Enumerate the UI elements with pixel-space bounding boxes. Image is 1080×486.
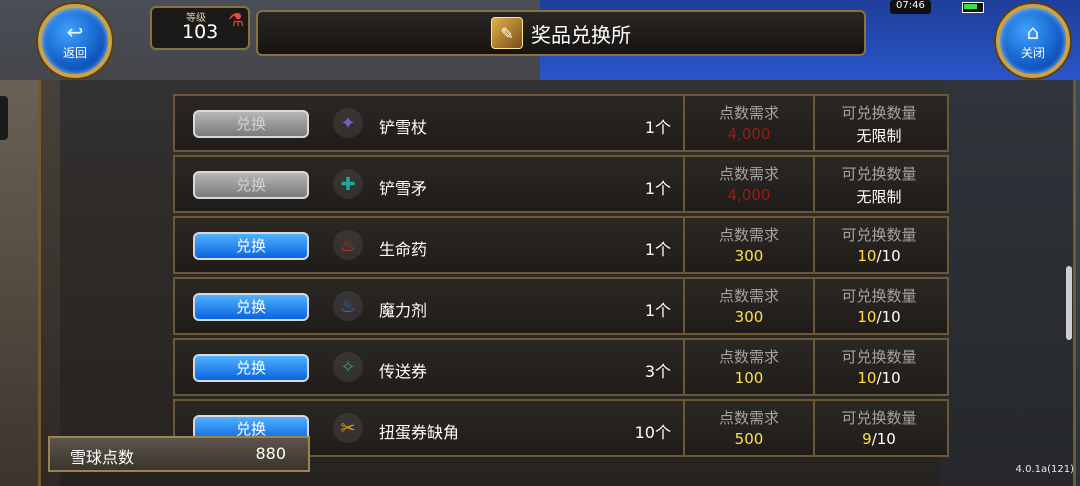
exchange-limit-value: 10/10 [815, 308, 943, 326]
points-required-cell: 点数需求 100 [683, 340, 813, 394]
exchange-limit-total: /10 [876, 247, 901, 265]
points-required-value: 300 [734, 308, 764, 326]
gacha-ticket-fragment-icon: ✂ [333, 413, 363, 443]
exchange-limit-value: 无限制 [856, 188, 902, 206]
exchange-limit-current: 10 [857, 247, 877, 265]
exchange-limit-cell: 可兑换数量 10/10 [813, 218, 943, 272]
exchange-limit-caption: 可兑换数量 [841, 226, 917, 244]
exchange-button[interactable]: 兑换 [193, 232, 309, 260]
exchange-limit-current: 9 [862, 430, 872, 448]
back-button-label: 返回 [62, 45, 87, 60]
title-bar: ✎ 奖品兑换所 [256, 10, 866, 56]
level-value: 103 [182, 21, 219, 43]
exchange-limit-caption: 可兑换数量 [841, 104, 917, 122]
close-button-label: 关闭 [1020, 45, 1045, 60]
exchange-limit-total: /10 [876, 308, 901, 326]
exchange-limit-caption: 可兑换数量 [841, 287, 917, 305]
mana-potion-icon: ♨ [333, 291, 363, 321]
exchange-button[interactable]: 兑换 [193, 293, 309, 321]
version-label: 4.0.1a(121) [1015, 464, 1074, 475]
exchange-limit-value: 无限制 [856, 127, 902, 145]
item-name: 铲雪杖 [379, 118, 428, 137]
top-bar: ↩ 返回 等级 103 ⚗ ✎ 奖品兑换所 07:46 ⌂ 关闭 [0, 0, 1080, 80]
exchange-limit-current: 10 [857, 308, 877, 326]
item-quantity: 1个 [644, 179, 671, 198]
prize-exchange-icon: ✎ [491, 17, 523, 49]
points-required-cell: 点数需求 4,000 [683, 157, 813, 211]
points-required-value: 4,000 [727, 186, 771, 204]
exchange-limit-cell: 可兑换数量 无限制 [813, 157, 943, 211]
health-potion-icon: ♨ [333, 230, 363, 260]
item-quantity: 1个 [644, 240, 671, 259]
points-required-value: 4,000 [727, 125, 771, 143]
back-button[interactable]: ↩ 返回 [38, 4, 112, 78]
exchange-button[interactable]: 兑换 [193, 354, 309, 382]
exchange-limit-caption: 可兑换数量 [841, 348, 917, 366]
points-required-cell: 点数需求 4,000 [683, 96, 813, 150]
teleport-scroll-icon: ✧ [333, 352, 363, 382]
exchange-limit-value: 10/10 [815, 247, 943, 265]
exchange-limit-cell: 可兑换数量 10/10 [813, 279, 943, 333]
points-required-caption: 点数需求 [718, 348, 779, 366]
exchange-limit-caption: 可兑换数量 [841, 165, 917, 183]
points-required-value: 300 [734, 247, 764, 265]
points-required-caption: 点数需求 [718, 104, 779, 122]
exchange-row: 兑换 ♨ 生命药 1个 点数需求 300 可兑换数量 10/10 [173, 216, 949, 274]
points-required-caption: 点数需求 [718, 165, 779, 183]
points-label: 雪球点数 [70, 448, 135, 467]
exchange-limit-cell: 可兑换数量 9/10 [813, 401, 943, 455]
exchange-limit-total: /10 [871, 430, 896, 448]
exchange-list-panel[interactable]: 兑换 ✦ 铲雪杖 1个 点数需求 4,000 可兑换数量 无限制 兑换 ✚ 铲雪矛 1个 点数需求 4,0… [38, 80, 1076, 486]
exchange-button[interactable]: 兑换 [193, 171, 309, 199]
exchange-limit-value: 10/10 [815, 369, 943, 387]
points-box: 雪球点数 880 [48, 436, 310, 472]
points-required-cell: 点数需求 300 [683, 218, 813, 272]
item-name: 传送券 [379, 362, 428, 381]
side-handle[interactable] [0, 96, 8, 140]
spear-icon: ✚ [333, 169, 363, 199]
item-name: 扭蛋券缺角 [379, 423, 460, 442]
item-quantity: 1个 [644, 118, 671, 137]
flask-icon[interactable]: ⚗ [228, 10, 244, 31]
points-value: 880 [255, 444, 286, 463]
points-required-value: 500 [734, 430, 764, 448]
exchange-row: 兑换 ✦ 铲雪杖 1个 点数需求 4,000 可兑换数量无限制 [173, 94, 949, 152]
points-required-cell: 点数需求 300 [683, 279, 813, 333]
points-required-caption: 点数需求 [718, 226, 779, 244]
exchange-limit-cell: 可兑换数量 无限制 [813, 96, 943, 150]
back-arrow-icon: ↩ [66, 19, 84, 44]
page-title: 奖品兑换所 [531, 22, 631, 47]
exchange-limit-cell: 可兑换数量 10/10 [813, 340, 943, 394]
close-button[interactable]: ⌂ 关闭 [996, 4, 1070, 78]
item-quantity: 10个 [634, 423, 671, 442]
battery-icon [962, 2, 984, 13]
scrollbar[interactable] [1066, 266, 1072, 340]
exchange-limit-caption: 可兑换数量 [841, 409, 917, 427]
points-required-caption: 点数需求 [718, 409, 779, 427]
exchange-button[interactable]: 兑换 [193, 110, 309, 138]
exchange-row: 兑换 ✚ 铲雪矛 1个 点数需求 4,000 可兑换数量无限制 [173, 155, 949, 213]
staff-icon: ✦ [333, 108, 363, 138]
home-icon: ⌂ [1026, 19, 1040, 44]
exchange-limit-total: /10 [876, 369, 901, 387]
clock: 07:46 [890, 0, 931, 14]
item-quantity: 3个 [644, 362, 671, 381]
item-name: 铲雪矛 [379, 179, 428, 198]
item-quantity: 1个 [644, 301, 671, 320]
exchange-row: 兑换 ♨ 魔力剂 1个 点数需求 300 可兑换数量 10/10 [173, 277, 949, 335]
exchange-row: 兑换 ✧ 传送券 3个 点数需求 100 可兑换数量 10/10 [173, 338, 949, 396]
points-required-caption: 点数需求 [718, 287, 779, 305]
item-name: 生命药 [379, 240, 428, 259]
exchange-limit-value: 9/10 [815, 430, 943, 448]
points-required-cell: 点数需求 500 [683, 401, 813, 455]
item-name: 魔力剂 [379, 301, 428, 320]
points-required-value: 100 [734, 369, 764, 387]
exchange-limit-current: 10 [857, 369, 877, 387]
